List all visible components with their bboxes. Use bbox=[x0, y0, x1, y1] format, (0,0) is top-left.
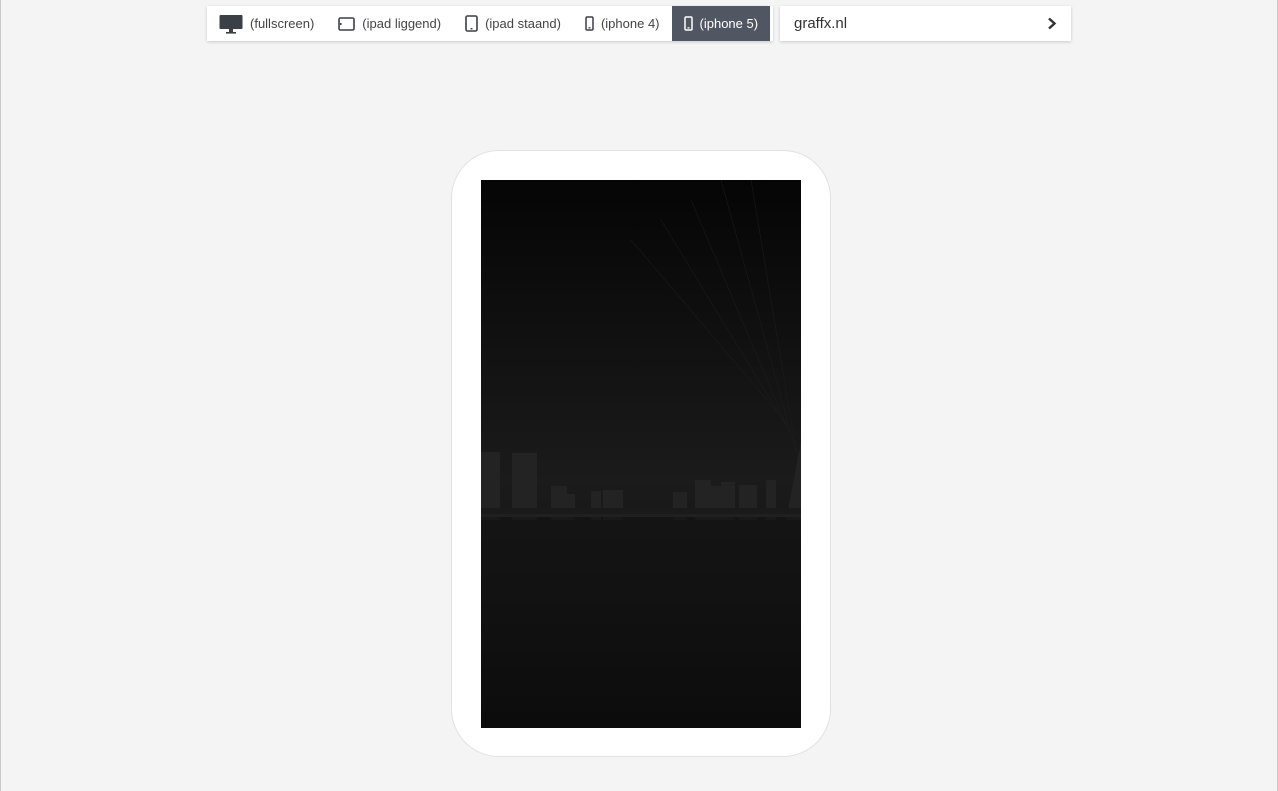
device-label: (iphone 5) bbox=[699, 16, 759, 31]
tablet-portrait-icon bbox=[465, 15, 478, 32]
phone-screen-preview bbox=[481, 180, 801, 728]
device-button-iphone5[interactable]: (iphone 5) bbox=[671, 6, 771, 41]
left-border bbox=[0, 0, 1, 791]
url-bar[interactable]: graffx.nl bbox=[780, 6, 1071, 41]
device-toolbar: (fullscreen) (ipad liggend) (ipad staand… bbox=[207, 6, 773, 41]
phone-small-icon bbox=[585, 16, 594, 31]
chevron-right-icon[interactable] bbox=[1047, 17, 1057, 30]
device-label: (iphone 4) bbox=[600, 16, 660, 31]
device-label: (ipad liggend) bbox=[362, 16, 442, 31]
device-button-ipad-landscape[interactable]: (ipad liggend) bbox=[326, 6, 453, 41]
device-label: (ipad staand) bbox=[485, 16, 561, 31]
device-button-fullscreen[interactable]: (fullscreen) bbox=[207, 6, 326, 41]
url-text[interactable]: graffx.nl bbox=[794, 15, 847, 32]
device-label: (fullscreen) bbox=[250, 16, 315, 31]
tablet-landscape-icon bbox=[338, 16, 356, 31]
desktop-icon bbox=[219, 14, 243, 34]
phone-icon bbox=[683, 16, 693, 31]
device-button-ipad-portrait[interactable]: (ipad staand) bbox=[453, 6, 573, 41]
skyline-image bbox=[481, 180, 801, 728]
device-button-iphone4[interactable]: (iphone 4) bbox=[573, 6, 672, 41]
